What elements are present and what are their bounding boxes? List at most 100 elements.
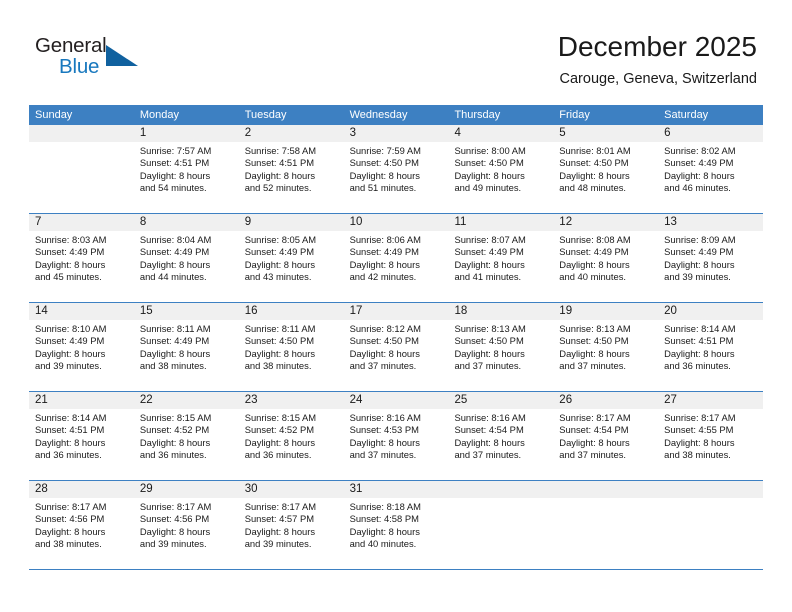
- day-number: 5: [553, 125, 659, 142]
- calendar-day-cell[interactable]: 10 Sunrise: 8:06 AM Sunset: 4:49 PM Dayligh…: [343, 214, 449, 302]
- daylight-text-line2: and 41 minutes.: [454, 270, 522, 282]
- calendar-day-cell[interactable]: 9 Sunrise: 8:05 AM Sunset: 4:49 PM Daylight…: [238, 214, 344, 302]
- daylight-text-line2: and 42 minutes.: [349, 270, 417, 282]
- sunrise-text: Sunrise: 8:03 AM: [35, 234, 107, 245]
- calendar-day-cell[interactable]: 8 Sunrise: 8:04 AM Sunset: 4:49 PM Daylight…: [133, 214, 239, 302]
- sunrise-text: Sunrise: 8:13 AM: [454, 323, 526, 334]
- day-number: 1: [133, 125, 239, 142]
- daylight-text-line1: Daylight: 8 hours: [349, 436, 420, 448]
- calendar-grid: Sunday Monday Tuesday Wednesday Thursday Frid…: [29, 105, 764, 570]
- weekday-header-tuesday: Tuesday: [244, 109, 287, 121]
- daylight-text-line1: Daylight: 8 hours: [559, 169, 630, 181]
- calendar-day-cell[interactable]: 3 Sunrise: 7:59 AM Sunset: 4:50 PM Daylight…: [343, 125, 449, 213]
- calendar-day-cell[interactable]: 24 Sunrise: 8:16 AM Sunset: 4:53 PM Dayligh…: [343, 392, 449, 480]
- daylight-text-line2: and 38 minutes.: [244, 359, 312, 371]
- calendar-day-cell[interactable]: 29 Sunrise: 8:17 AM Sunset: 4:56 PM Dayligh…: [133, 481, 239, 569]
- calendar-day-cell[interactable]: 27 Sunrise: 8:17 AM Sunset: 4:55 PM Dayligh…: [658, 392, 764, 480]
- sunset-text: Sunset: 4:49 PM: [244, 246, 315, 258]
- calendar-day-cell-empty[interactable]: [29, 125, 134, 213]
- day-number: 24: [343, 392, 449, 409]
- day-number: 3: [343, 125, 449, 142]
- day-number: 11: [448, 214, 554, 231]
- daylight-text-line2: and 54 minutes.: [139, 181, 207, 193]
- calendar-day-cell[interactable]: 12 Sunrise: 8:08 AM Sunset: 4:49 PM Dayligh…: [553, 214, 659, 302]
- calendar-day-cell[interactable]: 5 Sunrise: 8:01 AM Sunset: 4:50 PM Daylight…: [553, 125, 659, 213]
- day-number: 21: [29, 392, 134, 409]
- general-blue-logo[interactable]: General Blue: [35, 34, 165, 86]
- sunset-text: Sunset: 4:51 PM: [139, 157, 210, 169]
- day-sun-info: Sunrise: 8:14 AM Sunset: 4:51 PM Daylight:…: [658, 320, 763, 372]
- day-sun-info: Sunrise: 8:15 AM Sunset: 4:52 PM Daylight:…: [134, 409, 239, 461]
- daylight-text-line2: and 37 minutes.: [349, 448, 417, 460]
- daylight-text-line2: and 51 minutes.: [349, 181, 417, 193]
- calendar-day-cell[interactable]: 16 Sunrise: 8:11 AM Sunset: 4:50 PM Dayligh…: [238, 303, 344, 391]
- calendar-day-cell[interactable]: 22 Sunrise: 8:15 AM Sunset: 4:52 PM Dayligh…: [133, 392, 239, 480]
- calendar-day-cell-empty[interactable]: [553, 481, 659, 569]
- sunrise-text: Sunrise: 7:58 AM: [244, 145, 317, 156]
- sunrise-text: Sunrise: 8:00 AM: [454, 145, 526, 156]
- daylight-text-line1: Daylight: 8 hours: [35, 525, 106, 537]
- calendar-day-cell[interactable]: 4 Sunrise: 8:00 AM Sunset: 4:50 PM Daylight…: [448, 125, 554, 213]
- calendar-day-cell[interactable]: 28 Sunrise: 8:17 AM Sunset: 4:56 PM Dayligh…: [29, 481, 134, 569]
- calendar-page: General Blue December 2025 Carouge, Gene…: [0, 0, 792, 612]
- calendar-day-cell[interactable]: 17 Sunrise: 8:12 AM Sunset: 4:50 PM Dayligh…: [343, 303, 449, 391]
- daylight-text-line1: Daylight: 8 hours: [349, 169, 420, 181]
- page-header: General Blue December 2025 Carouge, Gene…: [0, 0, 792, 104]
- daylight-text-line1: Daylight: 8 hours: [664, 436, 735, 448]
- sunset-text: Sunset: 4:54 PM: [559, 424, 629, 436]
- day-number: [553, 481, 659, 498]
- calendar-day-cell[interactable]: 7 Sunrise: 8:03 AM Sunset: 4:49 PM Daylight…: [29, 214, 134, 302]
- sunset-text: Sunset: 4:49 PM: [349, 246, 419, 258]
- calendar-day-cell[interactable]: 2 Sunrise: 7:58 AM Sunset: 4:51 PM Daylight…: [238, 125, 344, 213]
- daylight-text-line1: Daylight: 8 hours: [559, 436, 630, 448]
- weekday-header-saturday: Saturday: [664, 109, 709, 121]
- calendar-day-cell[interactable]: 19 Sunrise: 8:13 AM Sunset: 4:50 PM Dayligh…: [553, 303, 659, 391]
- calendar-day-cell[interactable]: 1 Sunrise: 7:57 AM Sunset: 4:51 PM Daylight…: [133, 125, 239, 213]
- sunset-text: Sunset: 4:53 PM: [349, 424, 419, 436]
- calendar-day-cell-empty[interactable]: [448, 481, 554, 569]
- sunrise-text: Sunrise: 8:12 AM: [349, 323, 421, 334]
- calendar-day-cell[interactable]: 21 Sunrise: 8:14 AM Sunset: 4:51 PM Dayligh…: [29, 392, 134, 480]
- day-number: 27: [658, 392, 764, 409]
- daylight-text-line1: Daylight: 8 hours: [559, 258, 630, 270]
- calendar-day-cell[interactable]: 15 Sunrise: 8:11 AM Sunset: 4:49 PM Dayligh…: [133, 303, 239, 391]
- calendar-day-cell[interactable]: 26 Sunrise: 8:17 AM Sunset: 4:54 PM Dayligh…: [553, 392, 659, 480]
- calendar-day-cell[interactable]: 13 Sunrise: 8:09 AM Sunset: 4:49 PM Dayligh…: [658, 214, 764, 302]
- daylight-text-line2: and 44 minutes.: [139, 270, 207, 282]
- sunset-text: Sunset: 4:49 PM: [35, 335, 105, 347]
- sunrise-text: Sunrise: 8:10 AM: [35, 323, 107, 334]
- day-sun-info: Sunrise: 8:07 AM Sunset: 4:49 PM Daylight:…: [448, 231, 553, 283]
- calendar-day-cell[interactable]: 18 Sunrise: 8:13 AM Sunset: 4:50 PM Dayligh…: [448, 303, 554, 391]
- title-block: December 2025 Carouge, Geneva, Switzerla…: [558, 30, 757, 88]
- calendar-day-cell[interactable]: 31 Sunrise: 8:18 AM Sunset: 4:58 PM Dayligh…: [343, 481, 449, 569]
- sunrise-text: Sunrise: 8:17 AM: [559, 412, 631, 423]
- day-number: [29, 125, 134, 142]
- calendar-day-cell-empty[interactable]: [658, 481, 764, 569]
- calendar-day-cell[interactable]: 20 Sunrise: 8:14 AM Sunset: 4:51 PM Dayligh…: [658, 303, 764, 391]
- calendar-day-cell[interactable]: 30 Sunrise: 8:17 AM Sunset: 4:57 PM Dayligh…: [238, 481, 344, 569]
- sunrise-text: Sunrise: 8:17 AM: [35, 501, 107, 512]
- sunset-text: Sunset: 4:49 PM: [664, 246, 734, 258]
- calendar-day-cell[interactable]: 23 Sunrise: 8:15 AM Sunset: 4:52 PM Dayligh…: [238, 392, 344, 480]
- sunrise-text: Sunrise: 8:14 AM: [35, 412, 107, 423]
- sunset-text: Sunset: 4:49 PM: [35, 246, 105, 258]
- sunrise-text: Sunrise: 8:11 AM: [139, 323, 211, 334]
- sunset-text: Sunset: 4:55 PM: [664, 424, 734, 436]
- calendar-day-cell[interactable]: 11 Sunrise: 8:07 AM Sunset: 4:49 PM Dayligh…: [448, 214, 554, 302]
- daylight-text-line1: Daylight: 8 hours: [244, 258, 316, 270]
- calendar-day-cell[interactable]: 6 Sunrise: 8:02 AM Sunset: 4:49 PM Daylight…: [658, 125, 764, 213]
- calendar-day-cell[interactable]: 14 Sunrise: 8:10 AM Sunset: 4:49 PM Dayligh…: [29, 303, 134, 391]
- daylight-text-line2: and 43 minutes.: [244, 270, 312, 282]
- calendar-day-cell[interactable]: 25 Sunrise: 8:16 AM Sunset: 4:54 PM Dayligh…: [448, 392, 554, 480]
- day-number: 10: [343, 214, 449, 231]
- sunrise-text: Sunrise: 8:04 AM: [139, 234, 212, 245]
- day-sun-info: Sunrise: 8:14 AM Sunset: 4:51 PM Daylight:…: [29, 409, 134, 461]
- day-number: 2: [238, 125, 344, 142]
- calendar-week-row: 21 Sunrise: 8:14 AM Sunset: 4:51 PM Dayligh…: [29, 392, 764, 481]
- day-number: 19: [553, 303, 659, 320]
- day-sun-info: Sunrise: 8:05 AM Sunset: 4:49 PM Daylight:…: [239, 231, 344, 283]
- day-sun-info: Sunrise: 8:04 AM Sunset: 4:49 PM Daylight:…: [134, 231, 239, 283]
- day-sun-info: Sunrise: 8:12 AM Sunset: 4:50 PM Daylight:…: [344, 320, 449, 372]
- daylight-text-line2: and 46 minutes.: [664, 181, 731, 193]
- daylight-text-line1: Daylight: 8 hours: [454, 258, 525, 270]
